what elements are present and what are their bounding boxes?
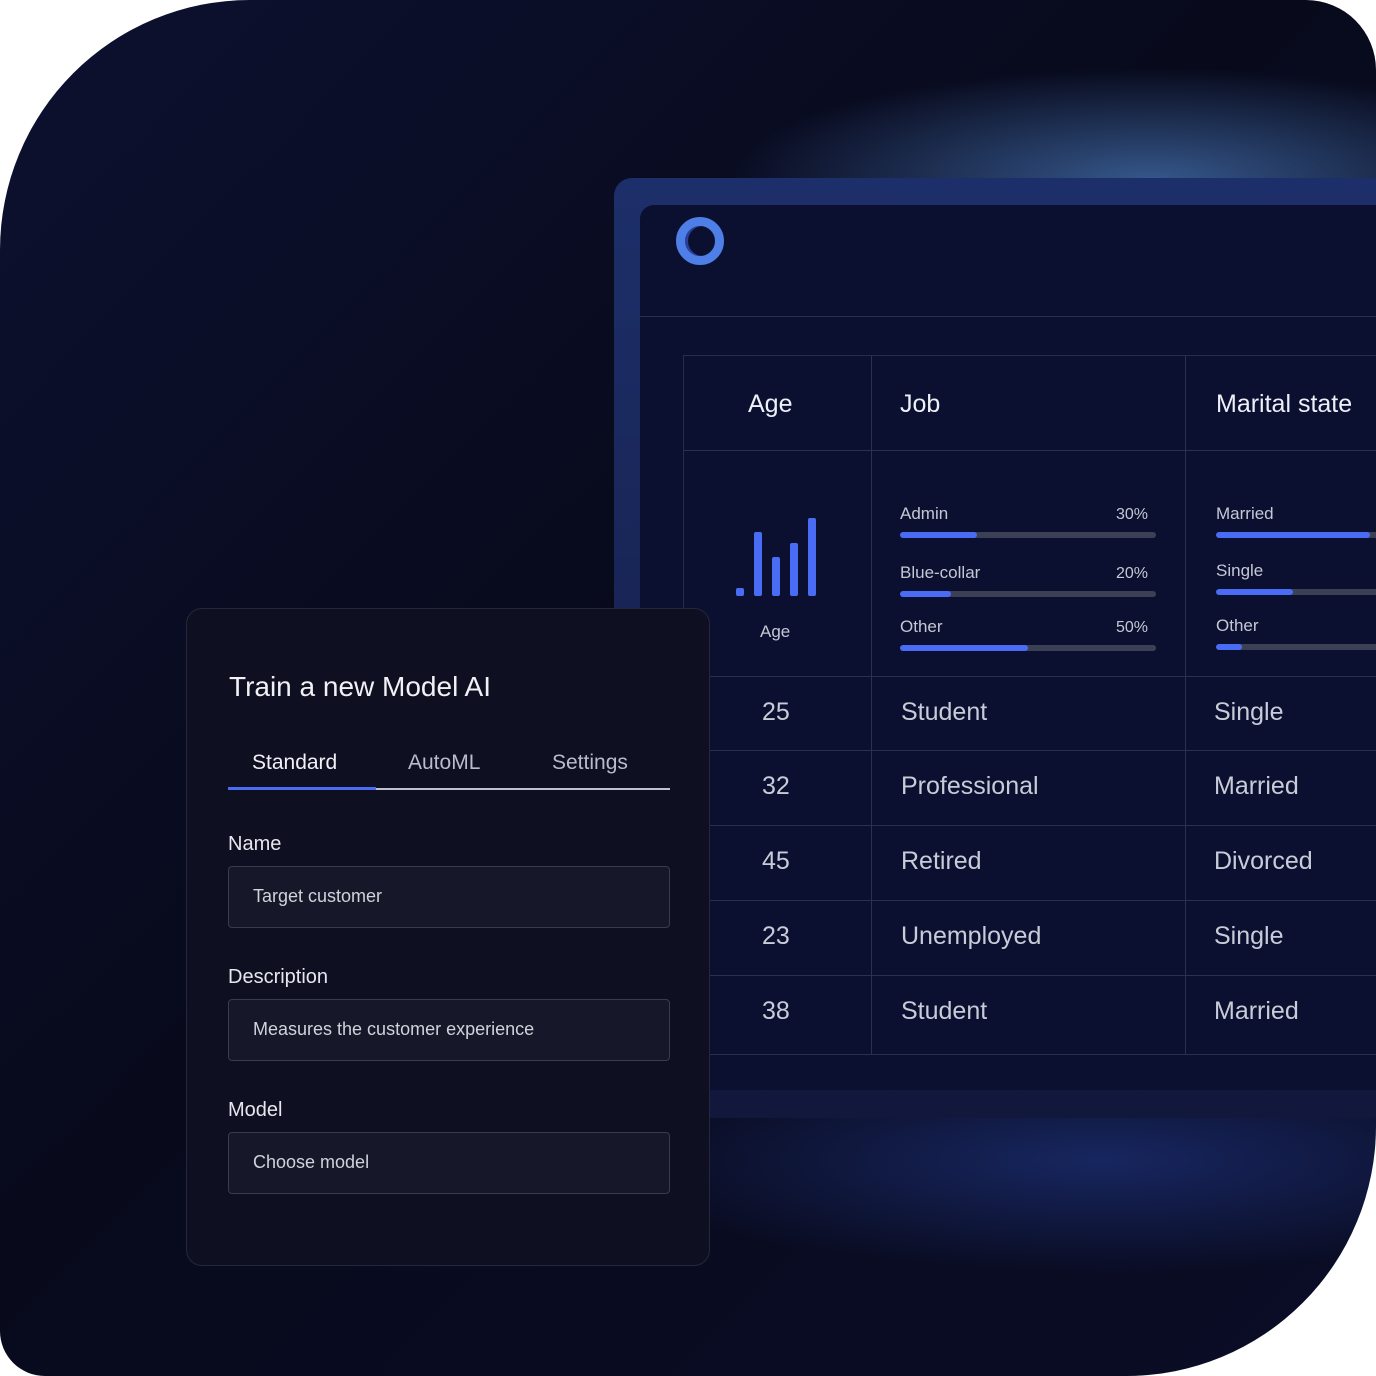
dist-progress-bar: [900, 591, 1156, 597]
hero-scene: Age Job Marital state Age Admin 30% Blue-c…: [0, 0, 1376, 1376]
dist-progress-bar: [1216, 589, 1376, 595]
dist-progress-fill: [900, 591, 952, 597]
table-bottom-border: [684, 1054, 1376, 1055]
top-bar: [640, 205, 1376, 317]
table-cell[interactable]: Unemployed: [901, 922, 1041, 951]
dist-progress-bar: [900, 645, 1156, 651]
dist-progress-fill: [1216, 644, 1242, 650]
table-row-divider: [684, 825, 1376, 826]
header-marital[interactable]: Marital state: [1216, 390, 1352, 419]
dist-label: Single: [1216, 561, 1264, 580]
table-cell[interactable]: Married: [1214, 772, 1299, 801]
histogram-bar: [772, 557, 780, 596]
dist-label: Married: [1216, 504, 1274, 523]
dist-label: Other: [1216, 616, 1259, 635]
dist-progress-bar: [900, 532, 1156, 538]
dist-progress-fill: [1216, 589, 1293, 595]
dist-progress-bar: [1216, 532, 1376, 538]
dist-percent: 50%: [1116, 619, 1149, 636]
table-cell[interactable]: 23: [762, 922, 790, 951]
dist-progress-fill: [900, 645, 1028, 651]
model-select[interactable]: Choose model: [228, 1132, 670, 1194]
table-cell[interactable]: Professional: [901, 772, 1039, 801]
histogram-bar: [736, 588, 744, 596]
table-cell[interactable]: Student: [901, 698, 987, 727]
histogram-bar: [754, 532, 762, 596]
table-cell[interactable]: Single: [1214, 698, 1284, 727]
header-age[interactable]: Age: [748, 390, 792, 419]
histogram-bar: [790, 542, 798, 596]
active-tab-indicator: [228, 787, 376, 790]
table-cell[interactable]: 38: [762, 997, 790, 1026]
table-cell[interactable]: 25: [762, 698, 790, 727]
train-model-card: Train a new Model AI Standard AutoML Set…: [186, 608, 710, 1266]
table-cell[interactable]: Married: [1214, 997, 1299, 1026]
histogram-bar: [808, 518, 816, 596]
table-cell[interactable]: Divorced: [1214, 847, 1313, 876]
tab-standard[interactable]: Standard: [252, 751, 337, 775]
tab-automl[interactable]: AutoML: [408, 751, 480, 775]
tab-settings[interactable]: Settings: [552, 751, 628, 775]
description-label: Description: [228, 966, 329, 988]
dist-label: Other: [900, 617, 943, 636]
table-cell[interactable]: Single: [1214, 922, 1284, 951]
table-row-divider: [684, 975, 1376, 976]
age-histogram: [736, 516, 826, 596]
name-input[interactable]: Target customer: [228, 866, 670, 928]
header-job[interactable]: Job: [900, 390, 940, 419]
table-row-divider: [684, 676, 1376, 677]
dashboard-window: Age Job Marital state Age Admin 30% Blue-c…: [640, 205, 1376, 1090]
header-divider: [684, 450, 1376, 451]
data-table: Age Job Marital state Age Admin 30% Blue-c…: [683, 355, 1376, 1055]
logo-icon: [676, 217, 724, 265]
dist-percent: 20%: [1116, 565, 1149, 582]
dist-progress-bar: [1216, 644, 1376, 650]
card-title: Train a new Model AI: [229, 671, 491, 702]
table-row-divider: [684, 750, 1376, 751]
model-label: Model: [228, 1099, 283, 1121]
description-input[interactable]: Measures the customer experience: [228, 999, 670, 1061]
dist-progress-fill: [1216, 532, 1370, 538]
table-cell[interactable]: Student: [901, 997, 987, 1026]
table-cell[interactable]: 32: [762, 772, 790, 801]
age-summary-label: Age: [760, 622, 791, 641]
table-cell[interactable]: Retired: [901, 847, 982, 876]
dist-label: Admin: [900, 504, 949, 523]
dist-label: Blue-collar: [900, 563, 981, 582]
name-label: Name: [228, 833, 282, 855]
table-cell[interactable]: 45: [762, 847, 790, 876]
dist-percent: 30%: [1116, 506, 1149, 523]
table-row-divider: [684, 900, 1376, 901]
dist-progress-fill: [900, 532, 977, 538]
